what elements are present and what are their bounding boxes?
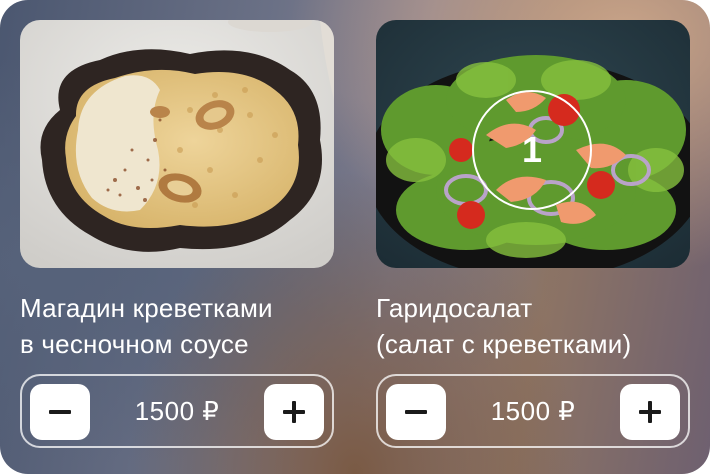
price-label: 1500 ₽	[134, 395, 220, 426]
dish-title: Гаридосалат (салат с креветками)	[376, 290, 690, 362]
minus-icon	[405, 410, 427, 414]
decrement-button[interactable]	[30, 384, 90, 440]
dish-title-line-1: Магадин креветками	[20, 293, 273, 323]
dish-title: Магадин креветками в чесночном соусе	[20, 290, 334, 362]
cart-quantity-badge[interactable]: 1	[472, 90, 592, 210]
dish-carousel-panel: Магадин креветками в чесночном соусе 150…	[0, 0, 710, 474]
increment-button[interactable]	[620, 384, 680, 440]
plus-icon	[283, 401, 305, 423]
risotto-dish-image	[20, 20, 334, 268]
quantity-stepper: 1500 ₽	[376, 374, 690, 448]
dish-title-line-2: (салат с креветками)	[376, 329, 632, 359]
dish-card[interactable]: 1 Гаридосалат (салат с креветками) 1500 …	[376, 20, 690, 448]
dish-photo[interactable]: 1	[376, 20, 690, 268]
dish-title-line-1: Гаридосалат	[376, 293, 533, 323]
quantity-stepper: 1500 ₽	[20, 374, 334, 448]
increment-button[interactable]	[264, 384, 324, 440]
plus-icon	[639, 401, 661, 423]
minus-icon	[49, 410, 71, 414]
dish-title-line-2: в чесночном соусе	[20, 329, 249, 359]
dish-card[interactable]: Магадин креветками в чесночном соусе 150…	[20, 20, 334, 448]
price-label: 1500 ₽	[490, 395, 576, 426]
decrement-button[interactable]	[386, 384, 446, 440]
dish-photo[interactable]	[20, 20, 334, 268]
